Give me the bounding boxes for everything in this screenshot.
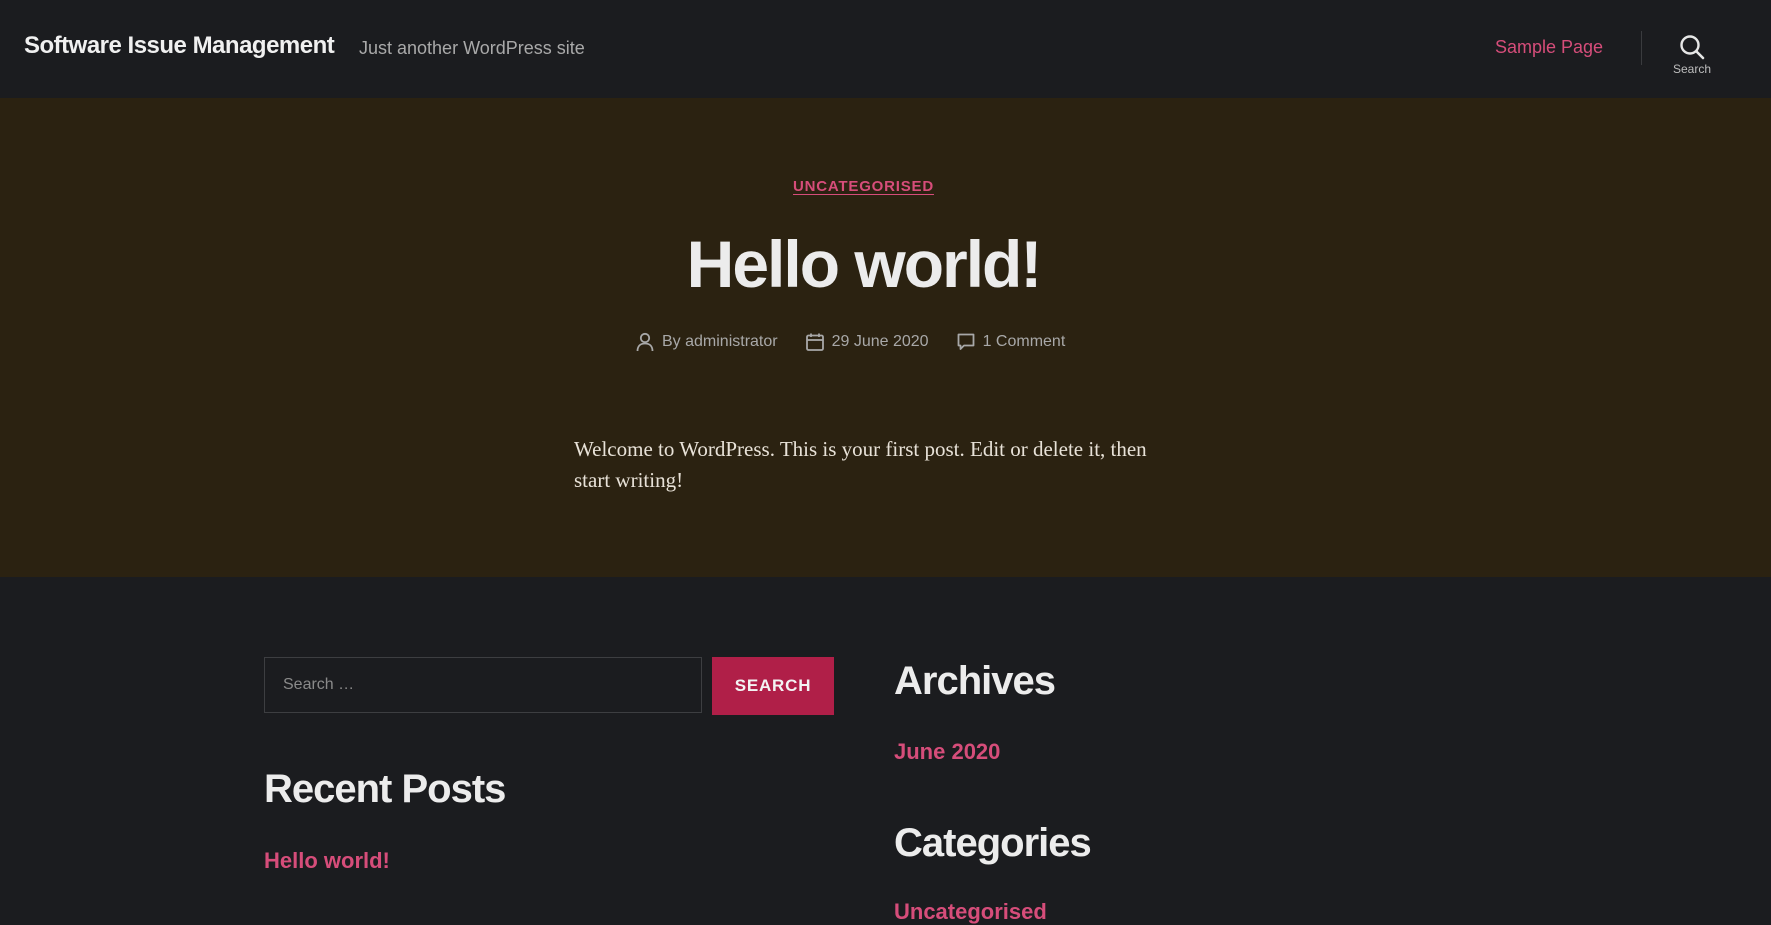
archives-title: Archives [894,659,1056,703]
site-header: Software Issue Management Just another W… [0,0,1771,98]
search-icon [1680,35,1705,60]
post-body: Welcome to WordPress. This is your first… [574,437,1147,492]
nav-divider [1641,31,1642,65]
site-title[interactable]: Software Issue Management [24,32,335,60]
post-title: Hello world! [686,227,1043,301]
calendar-icon [805,333,824,351]
post-area: UNCATEGORISED Hello world! By administra… [0,98,1771,577]
search-toggle-label: Search [1672,62,1712,76]
recent-post-link[interactable]: Hello world! [264,848,390,874]
post-author-text: By administrator [662,333,778,350]
post-category-link[interactable]: UNCATEGORISED [0,178,1727,195]
recent-posts-title: Recent Posts [264,767,506,811]
user-icon [636,332,654,352]
search-toggle-button[interactable]: Search [1660,30,1724,86]
comment-icon [957,333,974,350]
categories-title: Categories [894,821,1092,865]
nav-item-sample-page[interactable]: Sample Page [1495,37,1603,58]
search-submit-button[interactable]: SEARCH [712,657,834,715]
archive-link-june-2020[interactable]: June 2020 [894,739,1000,765]
post-comments[interactable]: 1 Comment [957,333,1066,351]
search-input[interactable] [264,657,702,713]
widget-area: SEARCH Recent Posts Hello world! Archive… [0,577,1771,924]
post-comments-text: 1 Comment [982,333,1066,350]
post-date-text: 29 June 2020 [831,333,929,350]
site-description: Just another WordPress site [359,38,585,58]
post-author[interactable]: By administrator [636,332,778,352]
category-link-uncategorised[interactable]: Uncategorised [894,899,1047,925]
post-meta: By administrator 29 June 2020 1 Comment [636,331,1093,353]
post-date[interactable]: 29 June 2020 [805,333,929,351]
